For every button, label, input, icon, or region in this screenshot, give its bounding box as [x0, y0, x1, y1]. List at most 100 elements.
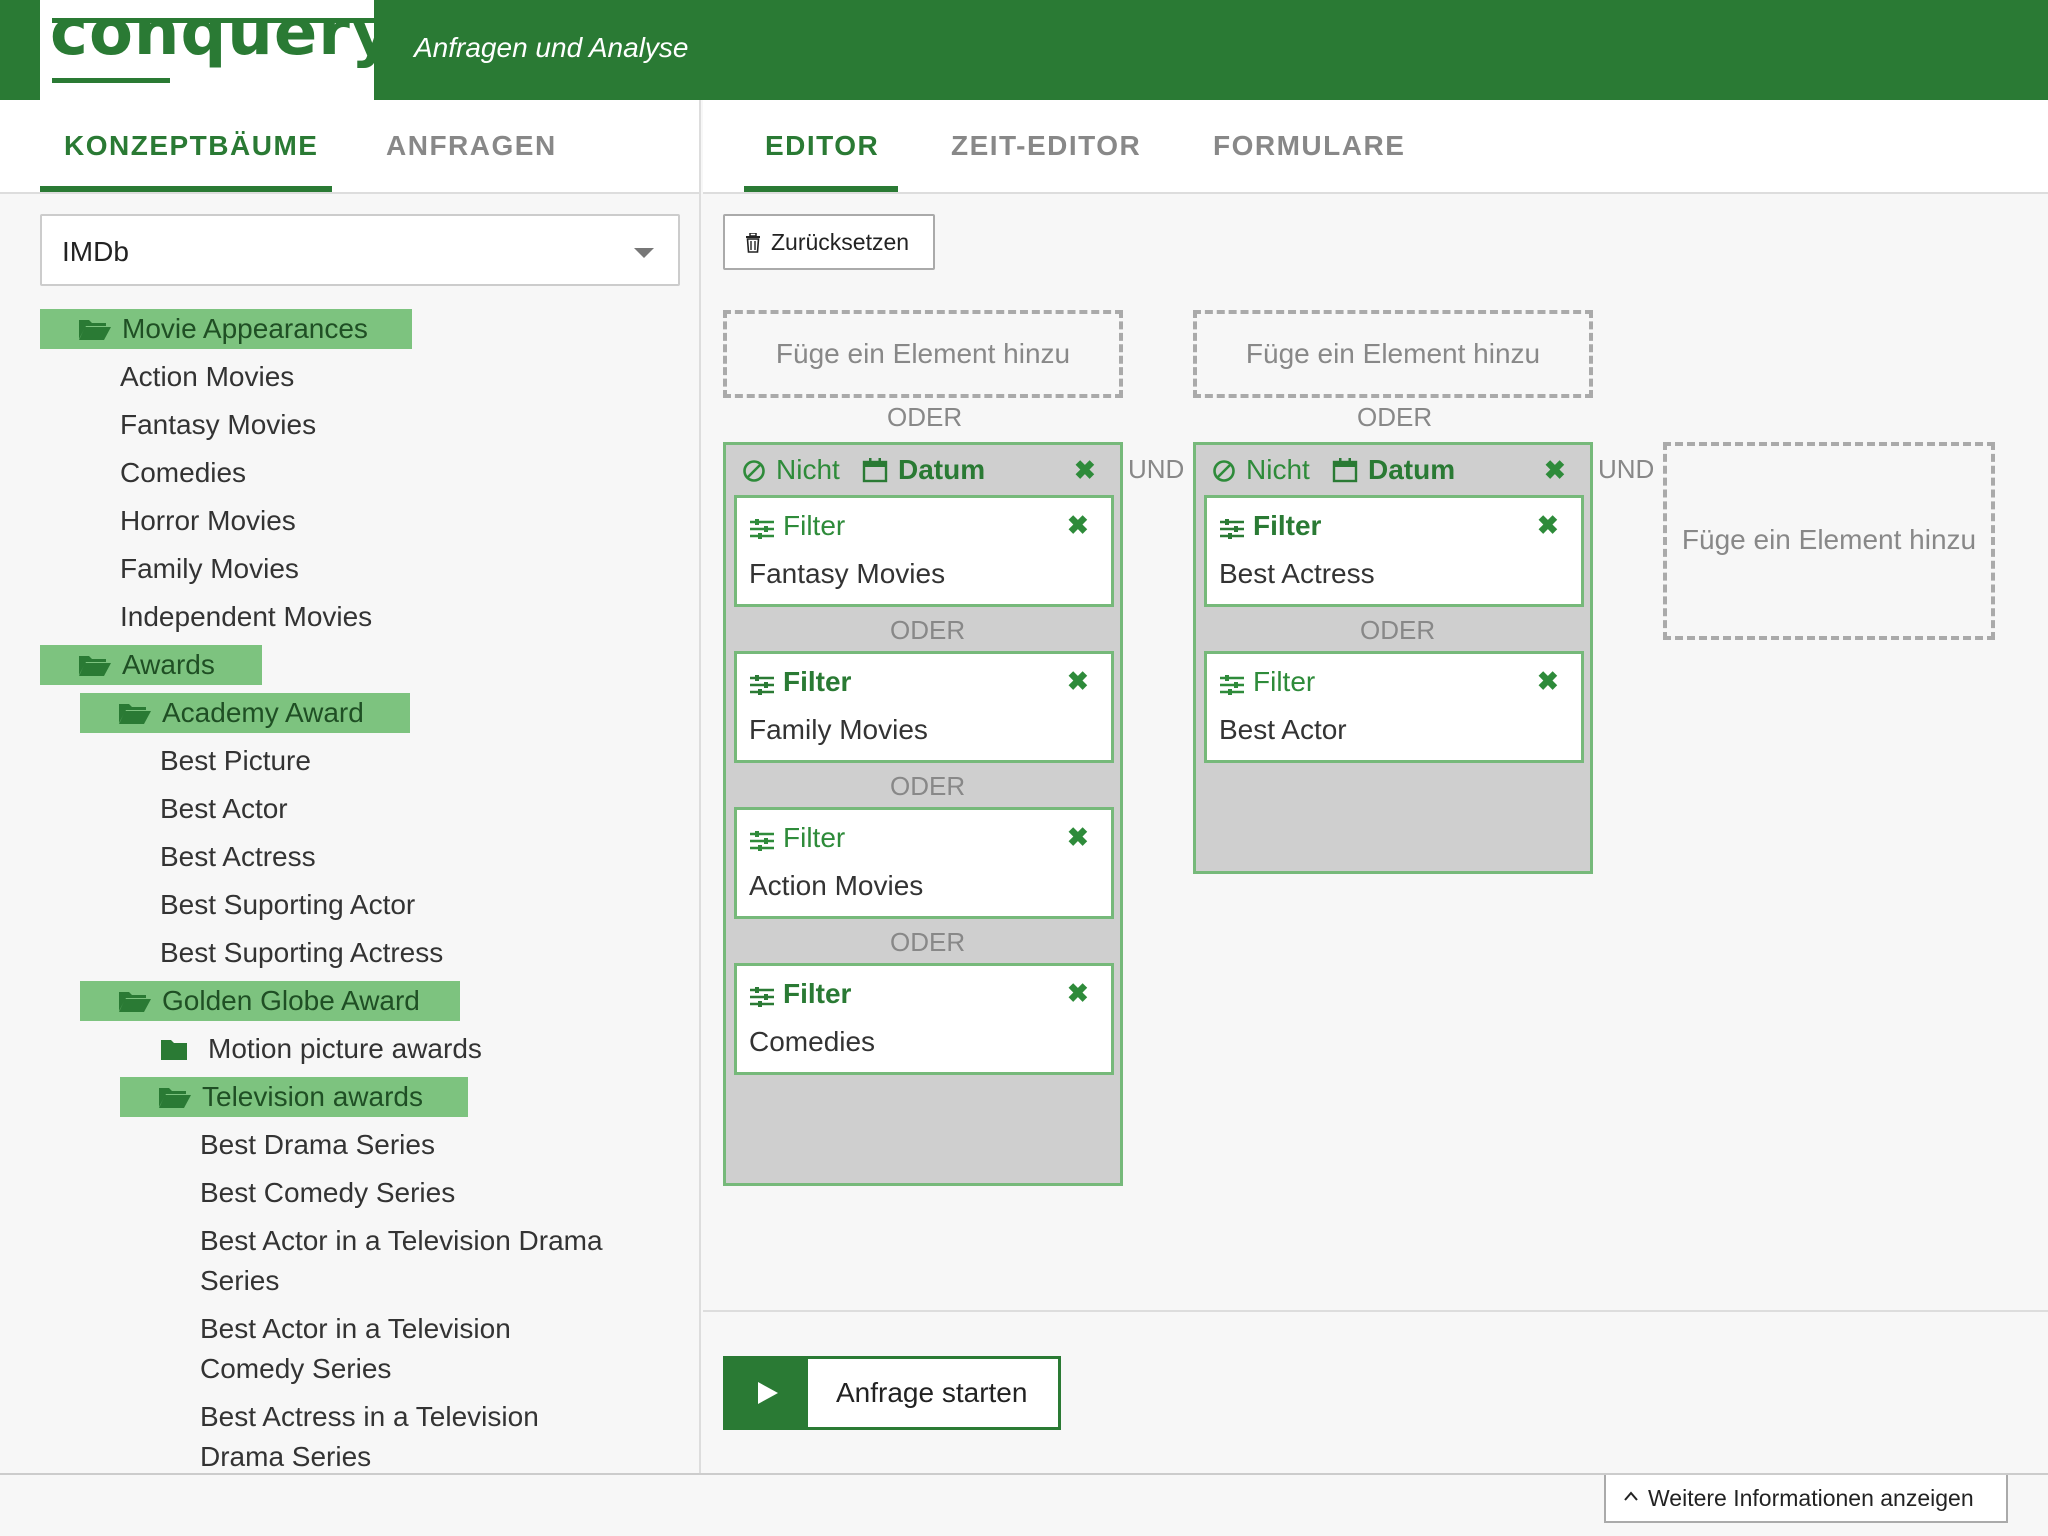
- dropzone-or-column-2[interactable]: Füge ein Element hinzu: [1193, 310, 1593, 398]
- tree-folder-golden-globe[interactable]: Golden Globe Award: [80, 981, 460, 1021]
- folder-open-icon: [159, 1088, 191, 1108]
- tree-folder-label: Television awards: [202, 1081, 423, 1112]
- tree-item[interactable]: Best Comedy Series: [200, 1173, 455, 1213]
- tab-anfragen[interactable]: ANFRAGEN: [386, 130, 557, 162]
- tree-folder-academy-award[interactable]: Academy Award: [80, 693, 410, 733]
- filter-button[interactable]: Filter: [783, 666, 851, 698]
- sliders-icon: [750, 519, 774, 539]
- query-node[interactable]: Filter ✖ Family Movies: [734, 651, 1114, 763]
- logo[interactable]: conquery: [40, 0, 398, 100]
- not-toggle[interactable]: Nicht: [1246, 454, 1310, 486]
- query-node[interactable]: Filter ✖ Action Movies: [734, 807, 1114, 919]
- tree-folder-label: Academy Award: [162, 697, 364, 728]
- tree-folder-movie-appearances[interactable]: Movie Appearances: [40, 309, 412, 349]
- date-toggle[interactable]: Datum: [1368, 454, 1455, 486]
- folder-open-icon: [119, 992, 151, 1012]
- reset-button-label: Zurücksetzen: [771, 229, 910, 255]
- logo-text: conquery: [50, 0, 394, 70]
- close-icon[interactable]: ✖: [1067, 822, 1089, 853]
- chevron-down-icon: [634, 248, 654, 258]
- tree-item[interactable]: Best Suporting Actor: [160, 885, 415, 925]
- tree-item[interactable]: Family Movies: [120, 549, 299, 589]
- query-group-1[interactable]: Nicht Datum ✖ Filter ✖ Fantasy Movies OD…: [723, 442, 1123, 1186]
- left-tabbar: KONZEPTBÄUME ANFRAGEN: [0, 100, 699, 194]
- filter-button[interactable]: Filter: [783, 978, 851, 1010]
- tab-zeit-editor[interactable]: ZEIT-EDITOR: [951, 130, 1141, 162]
- tree-folder-motion-picture[interactable]: Motion picture awards: [160, 1029, 560, 1069]
- and-label: UND: [1128, 454, 1185, 484]
- dropzone-and-column[interactable]: Füge ein Element hinzu: [1663, 442, 1995, 640]
- tree-item[interactable]: Best Actor in a Television Drama Series: [200, 1221, 620, 1301]
- active-tab-indicator: [40, 186, 332, 192]
- dropzone-or-column-1[interactable]: Füge ein Element hinzu: [723, 310, 1123, 398]
- tree-folder-television[interactable]: Television awards: [120, 1077, 468, 1117]
- concept-tree: Movie Appearances Action Movies Fantasy …: [0, 306, 699, 1536]
- close-icon[interactable]: ✖: [1074, 455, 1096, 486]
- logo-underline: [52, 78, 170, 83]
- close-icon[interactable]: ✖: [1067, 666, 1089, 697]
- filter-button[interactable]: Filter: [1253, 666, 1315, 698]
- tab-konzeptbaeume[interactable]: KONZEPTBÄUME: [64, 130, 318, 162]
- tree-item[interactable]: Best Drama Series: [200, 1125, 435, 1165]
- tree-item[interactable]: Best Actress: [160, 837, 316, 877]
- or-label: ODER: [1360, 615, 1436, 645]
- more-info-label: Weitere Informationen anzeigen: [1648, 1485, 1974, 1511]
- tree-item[interactable]: Best Actor: [160, 789, 288, 829]
- filter-button[interactable]: Filter: [783, 510, 845, 542]
- query-node-label: Family Movies: [749, 714, 928, 745]
- query-node-label: Fantasy Movies: [749, 558, 946, 589]
- close-icon[interactable]: ✖: [1537, 666, 1559, 697]
- sliders-icon: [750, 831, 774, 851]
- query-node[interactable]: Filter ✖ Fantasy Movies: [734, 495, 1114, 607]
- run-query-label: Anfrage starten: [836, 1377, 1028, 1408]
- tree-item[interactable]: Best Picture: [160, 741, 311, 781]
- tree-folder-label: Awards: [122, 649, 215, 680]
- more-info-button[interactable]: Weitere Informationen anzeigen: [1604, 1475, 2008, 1523]
- close-icon[interactable]: ✖: [1067, 510, 1089, 541]
- tree-item[interactable]: Horror Movies: [120, 501, 296, 541]
- filter-button[interactable]: Filter: [783, 822, 845, 854]
- calendar-icon: [1332, 458, 1358, 483]
- query-group-2[interactable]: Nicht Datum ✖ Filter ✖ Best Actress ODER…: [1193, 442, 1593, 874]
- and-label: UND: [1598, 454, 1655, 484]
- close-icon[interactable]: ✖: [1544, 455, 1566, 486]
- tree-item[interactable]: Best Actress in a Television Drama Serie…: [200, 1397, 560, 1477]
- footer: Weitere Informationen anzeigen: [0, 1473, 2048, 1536]
- tree-item[interactable]: Best Actor in a Television Comedy Series: [200, 1309, 540, 1389]
- right-tabbar: EDITOR ZEIT-EDITOR FORMULARE: [703, 100, 2048, 194]
- close-icon[interactable]: ✖: [1067, 978, 1089, 1009]
- or-label: ODER: [890, 615, 966, 645]
- dropzone-label: Füge ein Element hinzu: [1245, 338, 1541, 369]
- active-tab-indicator: [744, 186, 898, 192]
- reset-button[interactable]: Zurücksetzen: [723, 214, 935, 270]
- query-node[interactable]: Filter ✖ Best Actor: [1204, 651, 1584, 763]
- or-label: ODER: [1357, 402, 1433, 432]
- right-panel: EDITOR ZEIT-EDITOR FORMULARE Zurücksetze…: [703, 100, 2048, 1473]
- tree-folder-awards[interactable]: Awards: [40, 645, 262, 685]
- filter-button[interactable]: Filter: [1253, 510, 1321, 542]
- dropzone-label: Füge ein Element hinzu: [1681, 524, 1977, 555]
- query-node[interactable]: Filter ✖ Best Actress: [1204, 495, 1584, 607]
- query-node[interactable]: Filter ✖ Comedies: [734, 963, 1114, 1075]
- tree-item[interactable]: Fantasy Movies: [120, 405, 316, 445]
- sliders-icon: [750, 987, 774, 1007]
- run-query-button[interactable]: Anfrage starten: [723, 1356, 1061, 1430]
- tree-item[interactable]: Best Suporting Actress: [160, 933, 443, 973]
- play-icon: [726, 1359, 808, 1427]
- or-label: ODER: [890, 927, 966, 957]
- tree-item[interactable]: Action Movies: [120, 357, 294, 397]
- folder-open-icon: [119, 704, 151, 724]
- dataset-select[interactable]: IMDb: [40, 214, 680, 286]
- folder-closed-icon: [161, 1040, 187, 1060]
- app-header: conquery Anfragen und Analyse: [0, 0, 2048, 100]
- app-subtitle: Anfragen und Analyse: [414, 32, 689, 63]
- tree-item[interactable]: Independent Movies: [120, 597, 372, 637]
- tab-formulare[interactable]: FORMULARE: [1213, 130, 1405, 162]
- tree-item[interactable]: Comedies: [120, 453, 246, 493]
- tree-folder-label: Motion picture awards: [208, 1033, 482, 1064]
- not-toggle[interactable]: Nicht: [776, 454, 840, 486]
- tab-editor[interactable]: EDITOR: [765, 130, 879, 162]
- close-icon[interactable]: ✖: [1537, 510, 1559, 541]
- date-toggle[interactable]: Datum: [898, 454, 985, 486]
- sliders-icon: [750, 675, 774, 695]
